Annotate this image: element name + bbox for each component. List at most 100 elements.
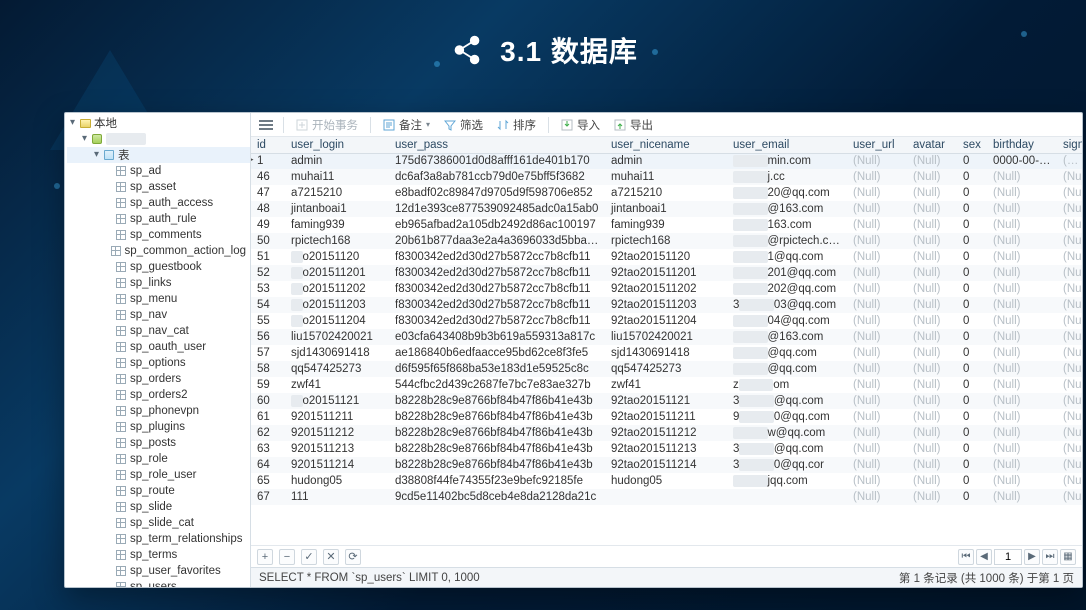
cell[interactable]: (Null)	[907, 425, 957, 441]
sort-button[interactable]: 排序	[493, 116, 540, 134]
cell[interactable]: (Null)	[907, 297, 957, 313]
cell[interactable]: (Null)	[987, 329, 1057, 345]
cell[interactable]: xxxxxxjqq.com	[727, 473, 847, 489]
cell[interactable]: xxxxxx@qq.com	[727, 361, 847, 377]
table-row[interactable]: 60xxo20151121b8228b28c9e8766bf84b47f86b4…	[251, 393, 1082, 409]
cell[interactable]: f8300342ed2d30d27b5872cc7b8cfb11	[389, 265, 605, 281]
cell[interactable]: (Nu	[1057, 441, 1082, 457]
cell[interactable]: (Null)	[847, 425, 907, 441]
table-row[interactable]: 47a7215210e8badf02c89847d9705d9f598706e8…	[251, 185, 1082, 201]
cell[interactable]: (Nu	[1057, 185, 1082, 201]
cell[interactable]: (Null)	[847, 185, 907, 201]
cell[interactable]: 61	[251, 409, 285, 425]
cell[interactable]: (Null)	[847, 217, 907, 233]
table-row[interactable]: 65hudong05d38808f44fe74355f23e9befc92185…	[251, 473, 1082, 489]
cell[interactable]: (Null)	[987, 249, 1057, 265]
cell[interactable]: b8228b28c9e8766bf84b47f86b41e43b	[389, 457, 605, 473]
cell[interactable]: 9201511212	[285, 425, 389, 441]
cell[interactable]: 92tao201511201	[605, 265, 727, 281]
cell[interactable]	[727, 489, 847, 505]
first-page-button[interactable]: ⏮	[958, 549, 974, 565]
cell[interactable]: (Null)	[987, 409, 1057, 425]
cell[interactable]: admin	[605, 153, 727, 169]
table-row[interactable]: 50rpictech16820b61b877daa3e2a4a3696033d5…	[251, 233, 1082, 249]
cell[interactable]: (Null)	[987, 201, 1057, 217]
table-row[interactable]: 57sjd1430691418ae186840b6edfaacce95bd62c…	[251, 345, 1082, 361]
cell[interactable]: (Null)	[847, 249, 907, 265]
cell[interactable]: (Null)	[907, 361, 957, 377]
cell[interactable]: xxxxxx04@qq.com	[727, 313, 847, 329]
cell[interactable]: 92tao20151120	[605, 249, 727, 265]
cell[interactable]: (Null)	[847, 281, 907, 297]
column-header-user_login[interactable]: user_login	[285, 137, 389, 153]
cell[interactable]: (Null)	[907, 377, 957, 393]
tree-table-sp_role[interactable]: sp_role	[67, 451, 250, 467]
cell[interactable]: (Null)	[907, 169, 957, 185]
cell[interactable]: (Null)	[847, 377, 907, 393]
column-header-avatar[interactable]: avatar	[907, 137, 957, 153]
column-header-user_email[interactable]: user_email	[727, 137, 847, 153]
cell[interactable]: (Null)	[847, 329, 907, 345]
cell[interactable]: (Null)	[987, 281, 1057, 297]
tree-table-sp_user_favorites[interactable]: sp_user_favorites	[67, 563, 250, 579]
cell[interactable]: xxxxxx@qq.com	[727, 345, 847, 361]
table-row[interactable]: 58qq547425273d6f595f65f868ba53e183d1e595…	[251, 361, 1082, 377]
tree-table-sp_options[interactable]: sp_options	[67, 355, 250, 371]
cell[interactable]: 0	[957, 441, 987, 457]
cell[interactable]: (Nu	[1057, 361, 1082, 377]
cell[interactable]: f8300342ed2d30d27b5872cc7b8cfb11	[389, 281, 605, 297]
tree-table-sp_menu[interactable]: sp_menu	[67, 291, 250, 307]
cell[interactable]: 3xxxxxx@qq.com	[727, 393, 847, 409]
cell[interactable]: xxxxxx201@qq.com	[727, 265, 847, 281]
cell[interactable]: (Nu	[1057, 345, 1082, 361]
tree-table-sp_term_relationships[interactable]: sp_term_relationships	[67, 531, 250, 547]
prev-page-button[interactable]: ◀	[976, 549, 992, 565]
cell[interactable]: 0	[957, 345, 987, 361]
column-header-id[interactable]: id	[251, 137, 285, 153]
cell[interactable]: 0	[957, 457, 987, 473]
tree-table-sp_role_user[interactable]: sp_role_user	[67, 467, 250, 483]
cell[interactable]: 92tao201511213	[605, 441, 727, 457]
cell[interactable]: xxxxxx@163.com	[727, 329, 847, 345]
tree-table-sp_plugins[interactable]: sp_plugins	[67, 419, 250, 435]
cell[interactable]: zwf41	[605, 377, 727, 393]
cell[interactable]: (Null)	[907, 313, 957, 329]
filter-button[interactable]: 筛选	[440, 116, 487, 134]
object-tree[interactable]: ▾本地▾xxxxxxx▾表sp_adsp_assetsp_auth_access…	[65, 113, 250, 587]
cell[interactable]: muhai11	[285, 169, 389, 185]
cell[interactable]: xxxxxx163.com	[727, 217, 847, 233]
cell[interactable]: admin	[285, 153, 389, 169]
cell[interactable]: xxxxxx202@qq.com	[727, 281, 847, 297]
cell[interactable]: 20b61b877daa3e2a4a3696033d5bba0a	[389, 233, 605, 249]
tree-table-sp_slide[interactable]: sp_slide	[67, 499, 250, 515]
cell[interactable]: hudong05	[285, 473, 389, 489]
cell[interactable]: b8228b28c9e8766bf84b47f86b41e43b	[389, 441, 605, 457]
cell[interactable]: f8300342ed2d30d27b5872cc7b8cfb11	[389, 313, 605, 329]
cell[interactable]: (Null)	[847, 313, 907, 329]
column-header-user_pass[interactable]: user_pass	[389, 137, 605, 153]
cell[interactable]: 58	[251, 361, 285, 377]
add-row-button[interactable]: +	[257, 549, 273, 565]
tree-table-sp_comments[interactable]: sp_comments	[67, 227, 250, 243]
cell[interactable]: (Null)	[847, 233, 907, 249]
tree-table-sp_phonevpn[interactable]: sp_phonevpn	[67, 403, 250, 419]
cell[interactable]: 50	[251, 233, 285, 249]
cell[interactable]: xxxxxx1@qq.com	[727, 249, 847, 265]
cell[interactable]: 51	[251, 249, 285, 265]
cell[interactable]: (Nu	[1057, 281, 1082, 297]
cell[interactable]: xxo201511202	[285, 281, 389, 297]
cell[interactable]: a7215210	[605, 185, 727, 201]
cell[interactable]: b8228b28c9e8766bf84b47f86b41e43b	[389, 425, 605, 441]
cell[interactable]: xxxxxx@rpictech.com	[727, 233, 847, 249]
table-row[interactable]: 59zwf41544cfbc2d439c2687fe7bc7e83ae327bz…	[251, 377, 1082, 393]
cell[interactable]: 60	[251, 393, 285, 409]
cell[interactable]: jintanboai1	[605, 201, 727, 217]
cell[interactable]: (Nu	[1057, 377, 1082, 393]
cell[interactable]: 0	[957, 281, 987, 297]
cell[interactable]: 0	[957, 153, 987, 169]
cell[interactable]: f8300342ed2d30d27b5872cc7b8cfb11	[389, 297, 605, 313]
table-row[interactable]: 52xxo201511201f8300342ed2d30d27b5872cc7b…	[251, 265, 1082, 281]
column-header-sign[interactable]: sign	[1057, 137, 1082, 153]
cell[interactable]: (Null)	[907, 329, 957, 345]
table-row[interactable]: 53xxo201511202f8300342ed2d30d27b5872cc7b…	[251, 281, 1082, 297]
